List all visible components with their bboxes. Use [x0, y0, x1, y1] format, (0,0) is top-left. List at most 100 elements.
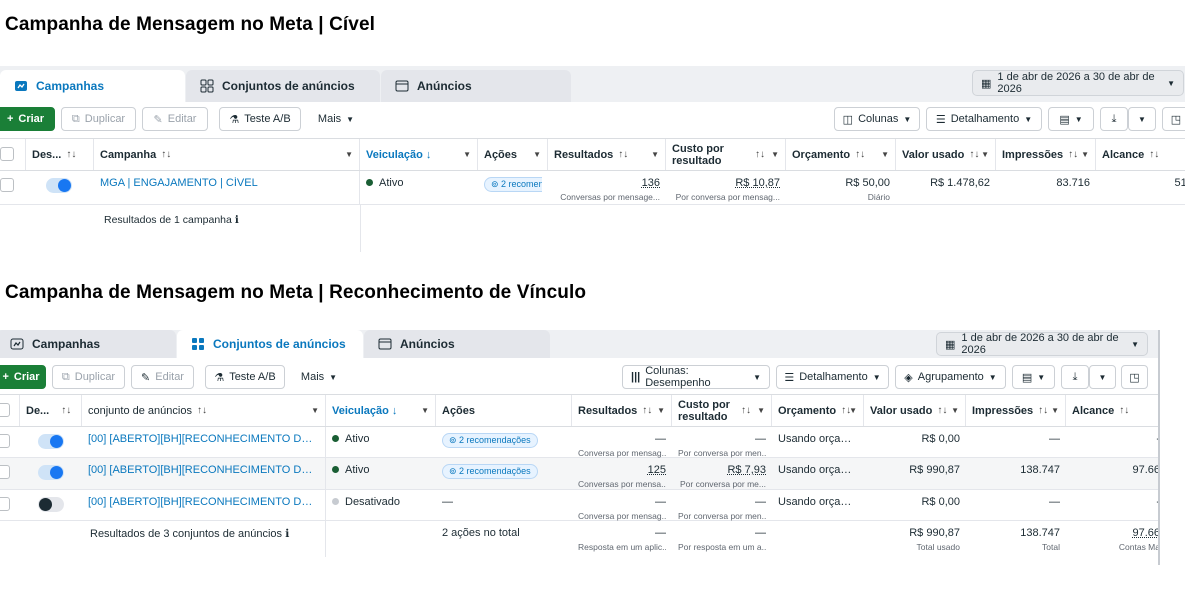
header-toggle[interactable]: Des... ↑↓: [26, 139, 94, 170]
header-results[interactable]: Resultados ↑↓ ▼: [548, 139, 666, 170]
export-dropdown-button[interactable]: ▼: [1089, 365, 1116, 389]
recommendations-label: 2 recomendações: [459, 435, 531, 445]
campaign-name-link[interactable]: MGA | ENGAJAMENTO | CÍVEL: [100, 177, 353, 189]
breakdown-icon: ☰: [784, 371, 795, 384]
date-range-picker[interactable]: ▦ 1 de abr de 2026 a 30 de abr de 2026 ▼: [972, 70, 1184, 96]
header-cost-per-result[interactable]: Custo por resultado ↑↓ ▼: [666, 139, 786, 170]
ad-set-name-link[interactable]: [00] [ABERTO][BH][RECONHECIMENTO DE VIN.…: [88, 496, 319, 508]
header-budget[interactable]: Orçamento ↑↓ ▼: [772, 395, 864, 426]
header-delivery[interactable]: Veiculação ↓ ▼: [360, 139, 478, 170]
results-value: 136: [641, 177, 660, 189]
tab-ads[interactable]: Anúncios: [381, 70, 571, 102]
delivery-toggle[interactable]: [38, 497, 64, 512]
header-cost-per-result[interactable]: Custo por resultado ↑↓ ▼: [672, 395, 772, 426]
table-row[interactable]: [00] [ABERTO][BH][RECONHECIMENTO DE VIN.…: [0, 427, 1160, 458]
row-checkbox[interactable]: [0, 178, 14, 192]
header-campaign[interactable]: Campanha ↑↓ ▼: [94, 139, 360, 170]
results-cell: 136 Conversas por mensage...: [548, 171, 666, 204]
select-all-checkbox[interactable]: [0, 147, 14, 161]
ad-set-name-link[interactable]: [00] [ABERTO][BH][RECONHECIMENTO DE VIN.…: [88, 433, 319, 445]
ad-set-name-link[interactable]: [00] [ABERTO][BH][RECONHECIMENTO DE VIN.…: [88, 464, 319, 476]
header-amount-spent[interactable]: Valor usado ↑↓ ▼: [896, 139, 996, 170]
tab-ad-sets[interactable]: Conjuntos de anúncios: [186, 70, 380, 102]
header-budget[interactable]: Orçamento ↑↓ ▼: [786, 139, 896, 170]
export-button[interactable]: ⤓: [1061, 365, 1089, 389]
info-icon[interactable]: ℹ: [285, 528, 289, 540]
header-label: Ações: [484, 148, 518, 161]
more-button[interactable]: Mais ▼: [308, 107, 364, 131]
date-range-label: 1 de abr de 2026 a 30 de abr de 2026: [997, 71, 1155, 95]
more-button[interactable]: Mais ▼: [294, 365, 344, 389]
header-results[interactable]: Resultados ↑↓ ▼: [572, 395, 672, 426]
chart-view-button[interactable]: ◳: [1162, 107, 1185, 131]
cost-subtext: Por conversa por me...: [680, 479, 766, 489]
header-amount-spent[interactable]: Valor usado ↑↓ ▼: [864, 395, 966, 426]
ads-manager-panel-civel: Campanhas Conjuntos de anúncios Anúncios…: [0, 66, 1185, 252]
header-actions[interactable]: Ações: [436, 395, 572, 426]
create-button[interactable]: + Criar: [0, 107, 55, 131]
summary-spent-subtext: Total usado: [916, 542, 960, 552]
info-icon[interactable]: ℹ: [235, 214, 239, 226]
impressions-cell: —: [966, 427, 1066, 457]
tab-campaigns[interactable]: Campanhas: [0, 70, 185, 102]
ab-test-button[interactable]: ⚗ Teste A/B: [219, 107, 301, 131]
header-impressions[interactable]: Impressões ↑↓ ▼: [966, 395, 1066, 426]
header-reach[interactable]: Alcance ↑↓: [1096, 139, 1185, 170]
columns-button[interactable]: ◫ Colunas ▼: [834, 107, 920, 131]
recommendations-badge[interactable]: ⊚ 2 recomendações: [442, 464, 538, 479]
reports-button[interactable]: ▤ ▼: [1012, 365, 1055, 389]
row-checkbox[interactable]: [0, 497, 10, 511]
export-button[interactable]: ⤓: [1100, 107, 1128, 131]
row-checkbox[interactable]: [0, 434, 10, 448]
duplicate-button[interactable]: ⧉ Duplicar: [61, 107, 136, 131]
header-impressions[interactable]: Impressões ↑↓ ▼: [996, 139, 1096, 170]
row-checkbox[interactable]: [0, 465, 10, 479]
table-row[interactable]: MGA | ENGAJAMENTO | CÍVEL Ativo ⊚ 2 reco…: [0, 171, 1185, 205]
breakdown-button[interactable]: ☰ Detalhamento ▼: [926, 107, 1042, 131]
duplicate-button[interactable]: ⧉ Duplicar: [52, 365, 125, 389]
table-row[interactable]: [00] [ABERTO][BH][RECONHECIMENTO DE VIN.…: [0, 458, 1160, 490]
delivery-toggle[interactable]: [38, 434, 64, 449]
tab-ad-sets[interactable]: Conjuntos de anúncios: [177, 330, 363, 358]
tab-label: Anúncios: [400, 337, 455, 351]
date-range-picker[interactable]: ▦ 1 de abr de 2026 a 30 de abr de 2026 ▼: [936, 332, 1148, 356]
recommendation-icon: ⊚: [449, 466, 460, 476]
edit-button[interactable]: ✎ Editar: [131, 365, 194, 389]
delivery-toggle[interactable]: [46, 178, 72, 193]
tab-ads[interactable]: Anúncios: [364, 330, 550, 358]
chevron-down-icon: ▼: [1138, 114, 1146, 124]
ab-test-label: Teste A/B: [244, 113, 291, 125]
chart-view-button[interactable]: ◳: [1121, 365, 1148, 389]
ab-test-button[interactable]: ⚗ Teste A/B: [205, 365, 285, 389]
select-all-checkbox[interactable]: [0, 403, 10, 417]
campaign-folder-icon: [14, 79, 28, 93]
cost-cell: R$ 10,87 Por conversa por mensag...: [666, 171, 786, 204]
chevron-down-icon: ▼: [1037, 372, 1046, 382]
spent-cell: R$ 0,00: [864, 490, 966, 520]
create-button[interactable]: + Criar: [0, 365, 46, 389]
delivery-toggle[interactable]: [38, 465, 64, 480]
edit-button[interactable]: ✎ Editar: [142, 107, 208, 131]
duplicate-icon: ⧉: [61, 370, 70, 383]
tab-campaigns[interactable]: Campanhas: [0, 330, 176, 358]
grouping-button[interactable]: ◈ Agrupamento ▼: [895, 365, 1006, 389]
breakdown-button[interactable]: ☰ Detalhamento ▼: [776, 365, 889, 389]
cost-cell: — Por conversa por men...: [672, 427, 772, 458]
header-label: Custo por resultado: [672, 142, 724, 167]
columns-button[interactable]: ||| Colunas: Desempenho ▼: [622, 365, 770, 389]
reports-button[interactable]: ▤ ▼: [1048, 107, 1094, 131]
breakdown-label: Detalhamento: [799, 371, 868, 383]
header-reach[interactable]: Alcance ↑↓: [1066, 395, 1160, 426]
recommendations-badge[interactable]: ⊚ 2 recomendações: [442, 433, 538, 448]
chevron-down-icon: ▼: [421, 406, 429, 415]
recommendations-badge[interactable]: ⊚ 2 recomen: [484, 177, 542, 192]
header-label: Ações: [442, 404, 476, 417]
chevron-down-icon: ▼: [753, 372, 761, 382]
chevron-down-icon: ▼: [988, 372, 997, 382]
header-delivery[interactable]: Veiculação ↓ ▼: [326, 395, 436, 426]
header-actions[interactable]: Ações ▼: [478, 139, 548, 170]
header-ad-set[interactable]: conjunto de anúncios ↑↓ ▼: [82, 395, 326, 426]
header-toggle[interactable]: De... ↑↓: [20, 395, 82, 426]
table-row[interactable]: [00] [ABERTO][BH][RECONHECIMENTO DE VIN.…: [0, 490, 1160, 521]
export-dropdown-button[interactable]: ▼: [1128, 107, 1156, 131]
